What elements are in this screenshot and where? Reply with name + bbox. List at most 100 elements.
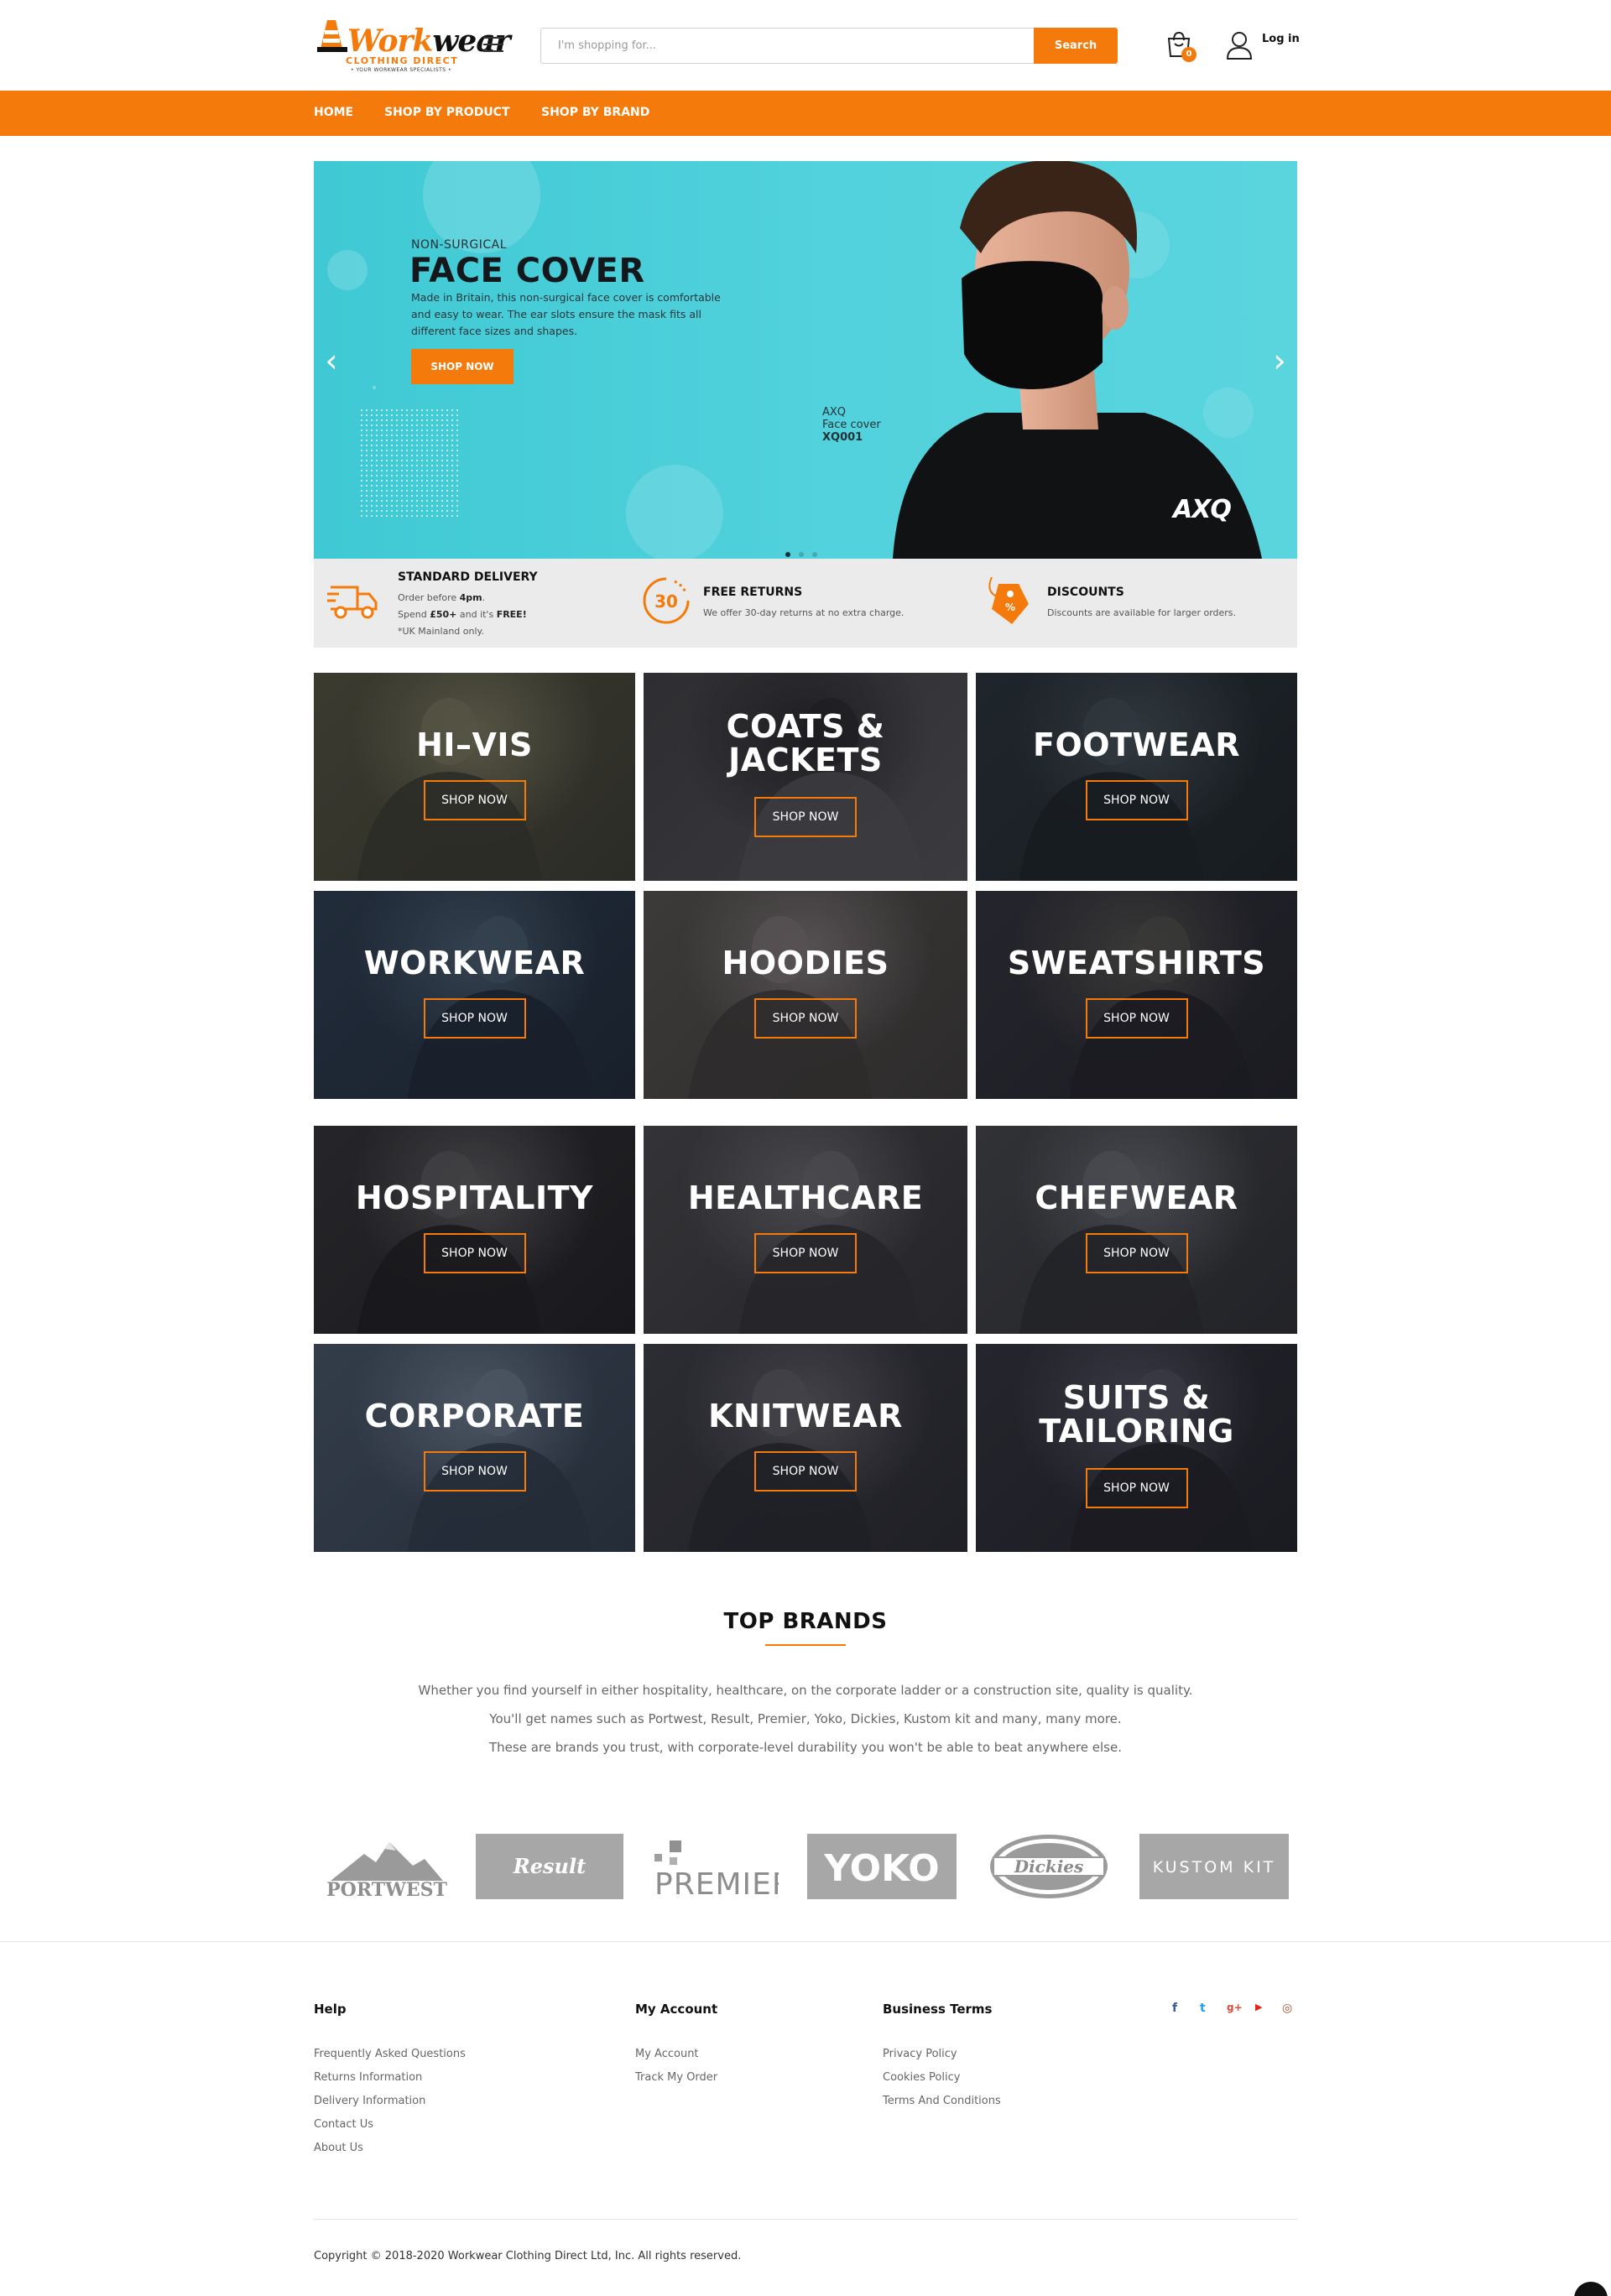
footer-link-privacy[interactable]: Privacy Policy [883, 2048, 957, 2060]
search-input[interactable] [540, 28, 1035, 64]
category-tile[interactable]: HOSPITALITY SHOP NOW [314, 1126, 635, 1334]
tile-overlay [314, 891, 635, 1099]
category-shop-now-button[interactable]: SHOP NOW [423, 780, 526, 820]
slider-dot[interactable] [799, 552, 804, 557]
tile-overlay [314, 1126, 635, 1334]
facebook-icon[interactable]: f [1172, 2002, 1177, 2015]
svg-text:%: % [1005, 601, 1015, 613]
footer-link-contact[interactable]: Contact Us [314, 2118, 373, 2131]
footer-link-returns[interactable]: Returns Information [314, 2071, 422, 2084]
brand-logo-yoko[interactable]: YOKO [807, 1834, 957, 1899]
category-name: KNITWEAR [708, 1398, 903, 1434]
feature-title: DISCOUNTS [1047, 586, 1124, 599]
feature-line: We offer 30-day returns at no extra char… [703, 607, 905, 618]
nav-shop-by-product[interactable]: SHOP BY PRODUCT [384, 106, 510, 119]
twitter-icon[interactable]: t [1200, 2002, 1206, 2015]
category-tile[interactable]: CORPORATE SHOP NOW [314, 1344, 635, 1552]
back-to-top-button[interactable] [1574, 2282, 1608, 2296]
slider-dot[interactable] [812, 552, 817, 557]
category-shop-now-button[interactable]: SHOP NOW [754, 1233, 857, 1273]
feature-line: Spend £50+ and it's FREE! [398, 609, 527, 620]
nav-home[interactable]: HOME [314, 106, 353, 119]
footer-link-delivery[interactable]: Delivery Information [314, 2095, 425, 2107]
category-tile[interactable]: SWEATSHIRTS SHOP NOW [976, 891, 1297, 1099]
category-name: HEALTHCARE [687, 1179, 924, 1216]
site-header: Workwear CLOTHING DIRECT • YOUR WORKWEAR… [0, 0, 1611, 91]
hero-shop-now-button[interactable]: SHOP NOW [411, 349, 514, 384]
footer-link-track-order[interactable]: Track My Order [635, 2071, 717, 2084]
category-name: SUITS & TAILORING [1039, 1379, 1234, 1450]
brand-logo-portwest[interactable]: PORTWEST [326, 1832, 448, 1901]
nav-shop-by-brand[interactable]: SHOP BY BRAND [541, 106, 649, 119]
category-name: FOOTWEAR [1032, 726, 1241, 763]
product-code: XQ001 [822, 431, 863, 444]
svg-text:Result: Result [513, 1854, 586, 1878]
feature-discounts: % DISCOUNTS Discounts are available for … [982, 559, 1297, 648]
discount-tag-icon: % [988, 576, 1029, 624]
tile-overlay [976, 1126, 1297, 1334]
footer-account-title: My Account [635, 2002, 718, 2017]
cart-button[interactable]: 0 [1165, 30, 1198, 64]
category-tile[interactable]: HI–VIS SHOP NOW [314, 673, 635, 881]
category-shop-now-button[interactable]: SHOP NOW [754, 998, 857, 1039]
delivery-truck-icon [327, 586, 378, 619]
tile-overlay [976, 891, 1297, 1099]
footer-terms-title: Business Terms [883, 2002, 993, 2017]
logo-tagline: • YOUR WORKWEAR SPECIALISTS • [351, 67, 452, 73]
category-shop-now-button[interactable]: SHOP NOW [423, 1451, 526, 1492]
svg-text:YOKO: YOKO [823, 1847, 939, 1890]
cart-count-badge: 0 [1181, 47, 1197, 62]
search-button[interactable]: Search [1034, 28, 1118, 64]
category-tile[interactable]: CHEFWEAR SHOP NOW [976, 1126, 1297, 1334]
main-nav: HOME SHOP BY PRODUCT SHOP BY BRAND [0, 91, 1611, 136]
youtube-icon[interactable]: ▶ [1255, 2002, 1262, 2012]
category-shop-now-button[interactable]: SHOP NOW [1085, 1468, 1188, 1508]
category-shop-now-button[interactable]: SHOP NOW [423, 1233, 526, 1273]
category-shop-now-button[interactable]: SHOP NOW [754, 1451, 857, 1492]
footer-link-faq[interactable]: Frequently Asked Questions [314, 2048, 466, 2060]
category-tile[interactable]: HEALTHCARE SHOP NOW [644, 1126, 967, 1334]
login-link[interactable]: Log in [1262, 33, 1300, 45]
category-name: HI–VIS [416, 726, 533, 763]
category-shop-now-button[interactable]: SHOP NOW [1085, 780, 1188, 820]
footer-link-cookies[interactable]: Cookies Policy [883, 2071, 960, 2084]
menu-icon[interactable] [483, 37, 503, 54]
slider-prev-arrow[interactable]: ‹ [319, 344, 344, 377]
category-shop-now-button[interactable]: SHOP NOW [423, 998, 526, 1039]
slider-dot[interactable] [785, 552, 790, 557]
category-shop-now-button[interactable]: SHOP NOW [754, 797, 857, 837]
google-plus-icon[interactable]: g+ [1227, 2002, 1243, 2013]
footer-link-my-account[interactable]: My Account [635, 2048, 699, 2060]
product-brand: AXQ [822, 406, 847, 419]
category-name: CORPORATE [364, 1398, 585, 1434]
category-name: CHEFWEAR [1035, 1179, 1238, 1216]
category-shop-now-button[interactable]: SHOP NOW [1085, 998, 1188, 1039]
category-tile[interactable]: HOODIES SHOP NOW [644, 891, 967, 1099]
footer-link-terms[interactable]: Terms And Conditions [883, 2095, 1001, 2107]
instagram-icon[interactable]: ◎ [1282, 2002, 1292, 2015]
brand-logo-result[interactable]: Result [476, 1834, 623, 1899]
category-shop-now-button[interactable]: SHOP NOW [1085, 1233, 1188, 1273]
copyright-divider [314, 2219, 1297, 2220]
logo-subtitle: CLOTHING DIRECT [346, 55, 459, 66]
brands-paragraph: These are brands you trust, with corpora… [489, 1740, 1122, 1755]
site-logo[interactable]: Workwear CLOTHING DIRECT • YOUR WORKWEAR… [314, 15, 511, 75]
category-name: WORKWEAR [363, 945, 586, 981]
tile-overlay [314, 673, 635, 881]
category-tile[interactable]: KNITWEAR SHOP NOW [644, 1344, 967, 1552]
tile-overlay [644, 1126, 967, 1334]
user-icon[interactable] [1225, 30, 1254, 60]
tile-overlay [314, 1344, 635, 1552]
feature-free-returns: 30 FREE RETURNS We offer 30-day returns … [641, 559, 960, 648]
footer-link-about[interactable]: About Us [314, 2142, 363, 2154]
slider-next-arrow[interactable]: › [1267, 344, 1292, 377]
category-tile[interactable]: FOOTWEAR SHOP NOW [976, 673, 1297, 881]
brand-logo-kustom-kit[interactable]: KUSTOM KIT [1139, 1834, 1289, 1899]
tile-overlay [644, 1344, 967, 1552]
category-tile[interactable]: WORKWEAR SHOP NOW [314, 891, 635, 1099]
category-tile[interactable]: COATS & JACKETS SHOP NOW [644, 673, 967, 881]
brand-logo-premier[interactable]: PREMIER [653, 1832, 793, 1902]
hero-slider: ‹ › NON-SURGICAL FACE COVER Made in Brit… [314, 161, 1297, 559]
brand-logo-dickies[interactable]: Dickies [987, 1832, 1111, 1901]
category-tile[interactable]: SUITS & TAILORING SHOP NOW [976, 1344, 1297, 1552]
